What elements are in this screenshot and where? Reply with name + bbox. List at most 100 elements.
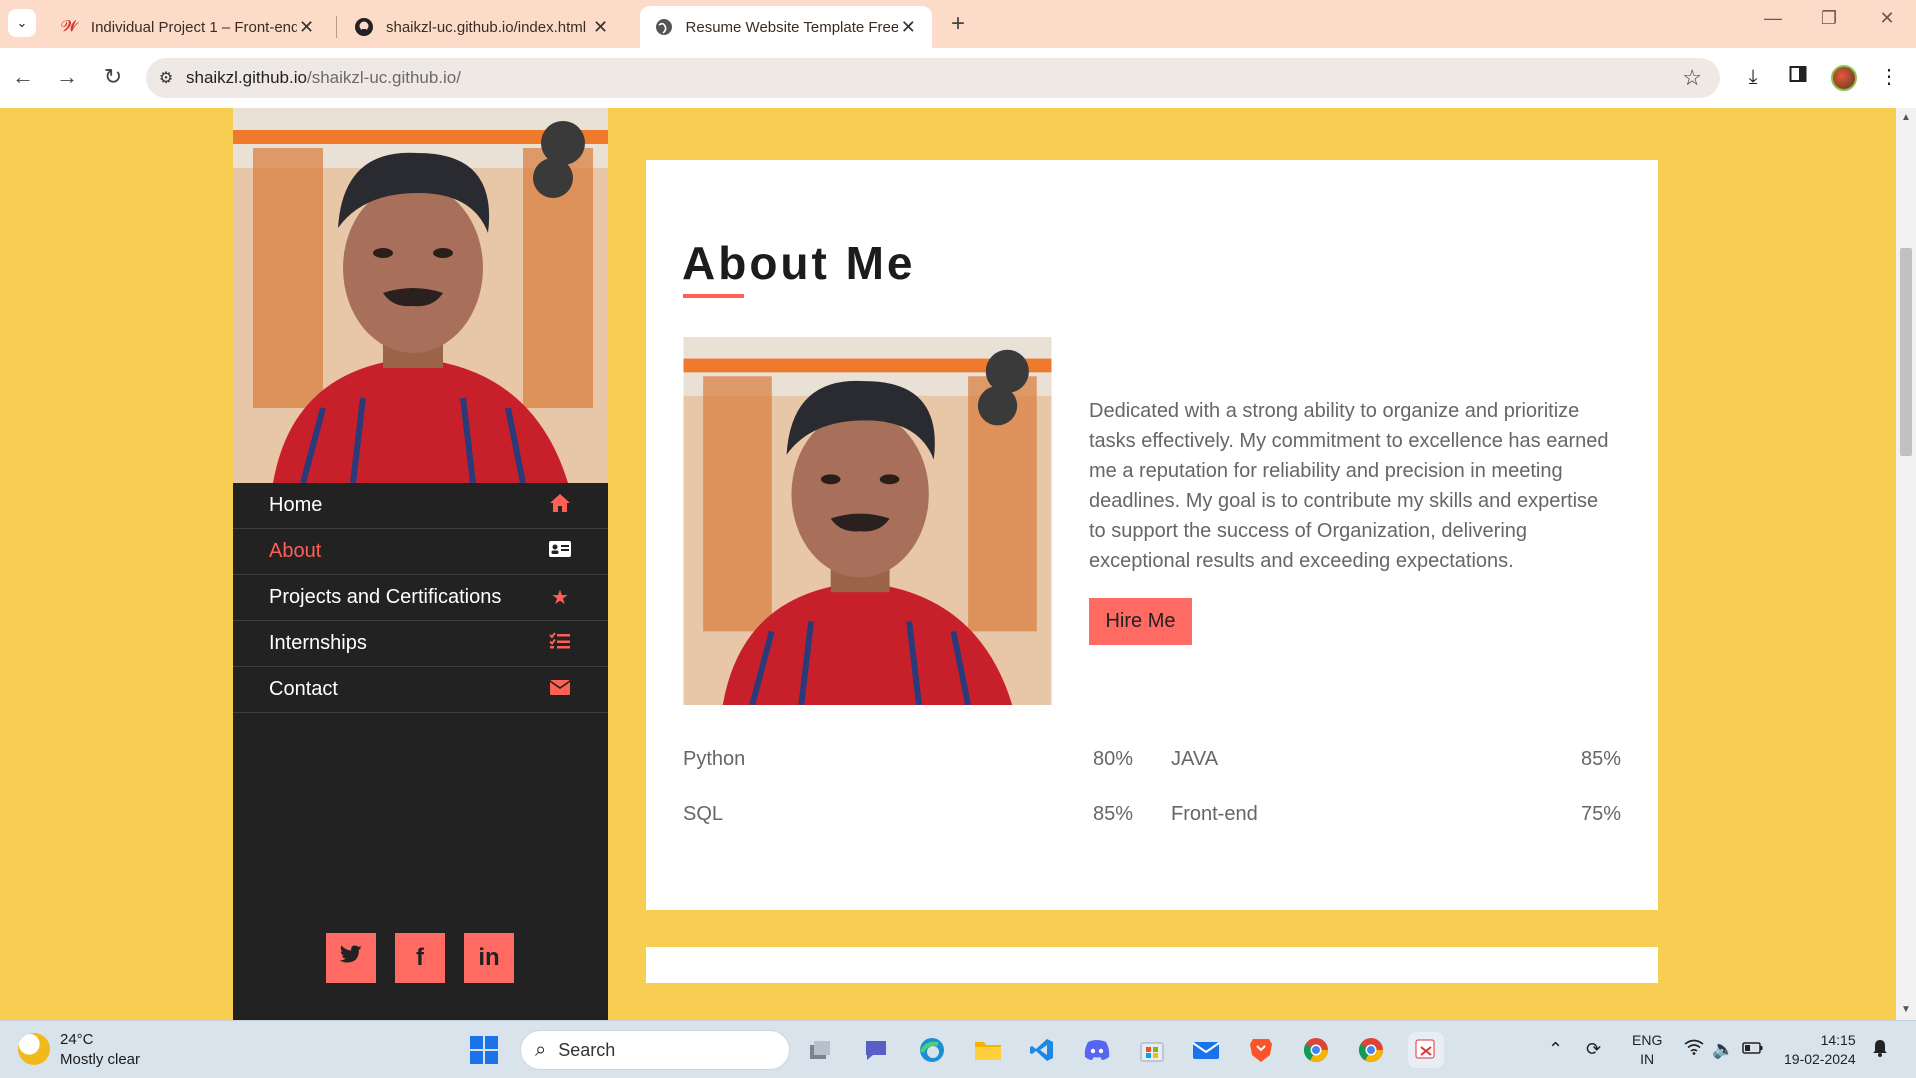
nav-item-home[interactable]: Home (233, 483, 608, 529)
nav-item-contact[interactable]: Contact (233, 667, 608, 713)
skill-python: Python 80% (683, 748, 1133, 771)
tab-title: Resume Website Template Free (685, 18, 899, 36)
taskbar: 24°C Mostly clear ⌕ Search ⌃ ⟳ ENG IN 🔈 … (0, 1020, 1916, 1078)
weather-moon-icon[interactable] (18, 1033, 50, 1065)
minimize-button[interactable]: — (1758, 8, 1788, 29)
skill-front-end: Front-end 75% (1171, 803, 1621, 826)
chrome-profile-icon[interactable] (1353, 1032, 1389, 1068)
vscode-icon[interactable] (1024, 1032, 1060, 1068)
search-icon: ⌕ (535, 1038, 547, 1061)
url-path: /shaikzl-uc.github.io/ (306, 68, 461, 87)
task-view-icon[interactable] (802, 1032, 838, 1068)
profile-avatar[interactable] (1831, 65, 1857, 91)
nav-item-about[interactable]: About (233, 529, 608, 575)
show-hidden-icons-icon[interactable]: ⌃ (1548, 1039, 1563, 1060)
brave-icon[interactable] (1243, 1032, 1279, 1068)
language-indicator[interactable]: ENG IN (1632, 1031, 1662, 1069)
facebook-button[interactable]: f (395, 933, 445, 983)
skill-java: JAVA 85% (1171, 748, 1621, 771)
address-bar[interactable]: ⚙ shaikzl.github.io/shaikzl-uc.github.io… (146, 58, 1720, 98)
page-scrollbar[interactable]: ▲ ▼ (1896, 108, 1916, 1020)
url-text[interactable]: shaikzl.github.io/shaikzl-uc.github.io/ (186, 68, 461, 88)
about-section: About Me Dedicated with a strong ability… (646, 160, 1658, 910)
social-links: f in (326, 933, 514, 983)
arrow-left-icon: ← (12, 64, 34, 89)
restore-button[interactable]: ❐ (1814, 8, 1844, 29)
clock-date: 19-02-2024 (1784, 1051, 1856, 1067)
about-photo (683, 337, 1052, 705)
volume-icon[interactable]: 🔈 (1712, 1039, 1734, 1060)
mail-icon[interactable] (1188, 1032, 1224, 1068)
downloads-button[interactable]: ⤓ (1738, 62, 1768, 92)
clock-time: 14:15 (1820, 1032, 1856, 1048)
sidebar: Home About Projects and Certifications ★… (233, 108, 608, 1020)
discord-icon[interactable] (1079, 1032, 1115, 1068)
plus-icon: + (950, 10, 965, 37)
minimize-icon: — (1764, 8, 1782, 28)
windows-start-icon[interactable] (470, 1036, 498, 1064)
title-underline (683, 294, 744, 298)
nav-label: Contact (269, 678, 338, 700)
linkedin-button[interactable]: in (464, 933, 514, 983)
search-placeholder: Search (558, 1039, 616, 1060)
skill-percent: 85% (1092, 803, 1133, 825)
site-settings-icon[interactable]: ⚙ (146, 68, 186, 88)
back-button[interactable]: ← (8, 62, 38, 92)
tab-separator (336, 16, 337, 38)
bookmark-star-icon[interactable]: ☆ (1682, 65, 1702, 91)
tab-resume-template[interactable]: Resume Website Template Free ✕ (640, 6, 932, 48)
tab-individual-project[interactable]: 𝓦 Individual Project 1 – Front-end ✕ (46, 6, 330, 48)
taskbar-search[interactable]: ⌕ Search (520, 1030, 790, 1070)
weather-temperature[interactable]: 24°C (60, 1031, 94, 1048)
microsoft-store-icon[interactable] (1134, 1032, 1170, 1068)
edge-icon[interactable] (914, 1032, 950, 1068)
skill-percent: 80% (1092, 748, 1133, 770)
system-clock[interactable]: 14:15 19-02-2024 (1784, 1031, 1856, 1069)
facebook-icon: f (416, 944, 424, 971)
new-tab-button[interactable]: + (944, 10, 972, 38)
scrollbar-thumb[interactable] (1900, 248, 1912, 456)
teams-chat-icon[interactable] (858, 1032, 894, 1068)
side-panel-button[interactable] (1783, 62, 1813, 92)
browser-menu-button[interactable]: ⋮ (1874, 62, 1904, 92)
browser-tab-bar: ⌄ 𝓦 Individual Project 1 – Front-end ✕ s… (0, 0, 1916, 48)
nav-item-internships[interactable]: Internships (233, 621, 608, 667)
skill-name: SQL (683, 803, 724, 825)
close-icon[interactable]: ✕ (898, 17, 918, 38)
close-icon[interactable]: ✕ (591, 17, 610, 38)
sync-icon[interactable]: ⟳ (1586, 1039, 1601, 1060)
close-icon: ✕ (1879, 8, 1895, 28)
download-icon: ⤓ (1748, 66, 1758, 88)
region-code: IN (1640, 1051, 1655, 1067)
arrow-right-icon: → (56, 64, 78, 89)
tab-search-button[interactable]: ⌄ (8, 9, 36, 37)
reload-button[interactable]: ↻ (98, 62, 128, 92)
forward-button[interactable]: → (52, 62, 82, 92)
weather-description[interactable]: Mostly clear (60, 1051, 140, 1068)
battery-icon[interactable] (1742, 1039, 1764, 1060)
nav-label: Home (269, 494, 323, 516)
file-explorer-icon[interactable] (970, 1032, 1006, 1068)
close-icon[interactable]: ✕ (297, 17, 316, 38)
twitter-button[interactable] (326, 933, 376, 983)
snipping-tool-icon[interactable] (1408, 1032, 1444, 1068)
close-window-button[interactable]: ✕ (1872, 8, 1902, 29)
nav-item-projects[interactable]: Projects and Certifications ★ (233, 575, 608, 621)
hire-me-button[interactable]: Hire Me (1089, 598, 1192, 645)
globe-icon (654, 17, 674, 37)
scroll-down-icon[interactable]: ▼ (1901, 1004, 1911, 1015)
github-icon (354, 17, 374, 37)
nav-label: Internships (269, 632, 367, 654)
tab-title: shaikzl-uc.github.io/index.html (386, 18, 587, 36)
chrome-icon[interactable] (1298, 1032, 1334, 1068)
linkedin-icon: in (478, 944, 500, 971)
page-title: About Me (682, 237, 916, 289)
home-icon (548, 493, 572, 519)
tab-github-index[interactable]: shaikzl-uc.github.io/index.html ✕ (340, 6, 624, 48)
skill-percent: 75% (1580, 803, 1621, 825)
tasks-icon (548, 631, 572, 656)
scroll-up-icon[interactable]: ▲ (1901, 112, 1911, 123)
wifi-icon[interactable] (1684, 1039, 1704, 1060)
notification-bell-icon[interactable] (1872, 1039, 1888, 1062)
side-panel-icon (1789, 66, 1807, 88)
